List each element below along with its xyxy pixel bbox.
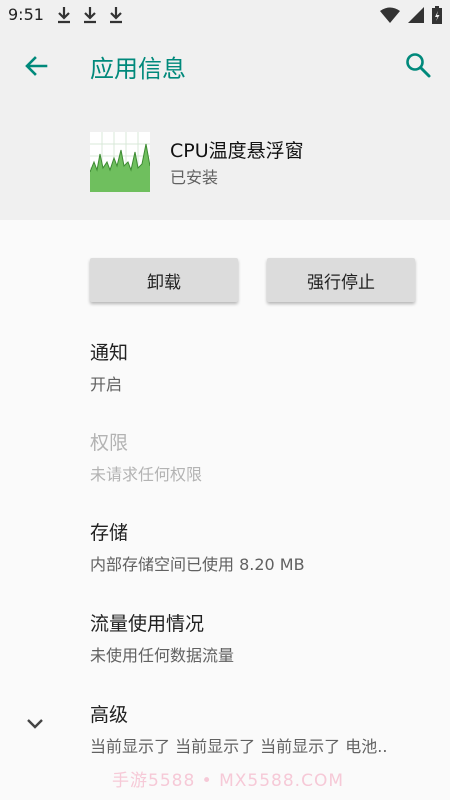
app-install-status: 已安装 <box>170 168 219 187</box>
signal-icon <box>408 7 424 23</box>
advanced-item[interactable]: 高级 当前显示了 当前显示了 当前显示了 电池.. <box>90 700 430 757</box>
cpu-chart-icon <box>90 132 150 192</box>
watermark: 手游5588 • MX5588.COM <box>112 771 344 791</box>
status-bar: 9:51 <box>0 0 450 30</box>
battery-icon <box>432 6 442 24</box>
force-stop-button[interactable]: 强行停止 <box>267 258 415 302</box>
item-subtitle: 未请求任何权限 <box>90 465 203 484</box>
item-title: 通知 <box>90 342 129 364</box>
app-name: CPU温度悬浮窗 <box>170 140 304 162</box>
item-subtitle: 内部存储空间已使用 8.20 MB <box>90 555 305 574</box>
status-time: 9:51 <box>8 5 44 24</box>
data-usage-item[interactable]: 流量使用情况 未使用任何数据流量 <box>90 609 430 666</box>
app-bar: 应用信息 <box>0 30 450 102</box>
back-arrow-icon[interactable] <box>22 52 50 80</box>
download-icon <box>84 7 96 24</box>
download-icon <box>58 7 70 24</box>
item-subtitle: 未使用任何数据流量 <box>90 646 235 665</box>
uninstall-button[interactable]: 卸载 <box>90 258 238 302</box>
item-title: 流量使用情况 <box>90 613 205 635</box>
item-title: 高级 <box>90 704 129 726</box>
storage-item[interactable]: 存储 内部存储空间已使用 8.20 MB <box>90 518 430 575</box>
permissions-item: 权限 未请求任何权限 <box>90 428 430 485</box>
item-subtitle: 开启 <box>90 375 123 394</box>
item-title: 存储 <box>90 522 129 544</box>
chevron-down-icon[interactable] <box>24 712 46 734</box>
notifications-item[interactable]: 通知 开启 <box>90 338 430 395</box>
item-title: 权限 <box>90 432 129 454</box>
item-subtitle: 当前显示了 当前显示了 当前显示了 电池.. <box>90 737 388 756</box>
download-icon <box>110 7 122 24</box>
wifi-icon <box>380 7 400 23</box>
page-title: 应用信息 <box>90 55 186 83</box>
app-header: CPU温度悬浮窗 已安装 <box>0 102 450 220</box>
search-icon[interactable] <box>404 51 432 79</box>
